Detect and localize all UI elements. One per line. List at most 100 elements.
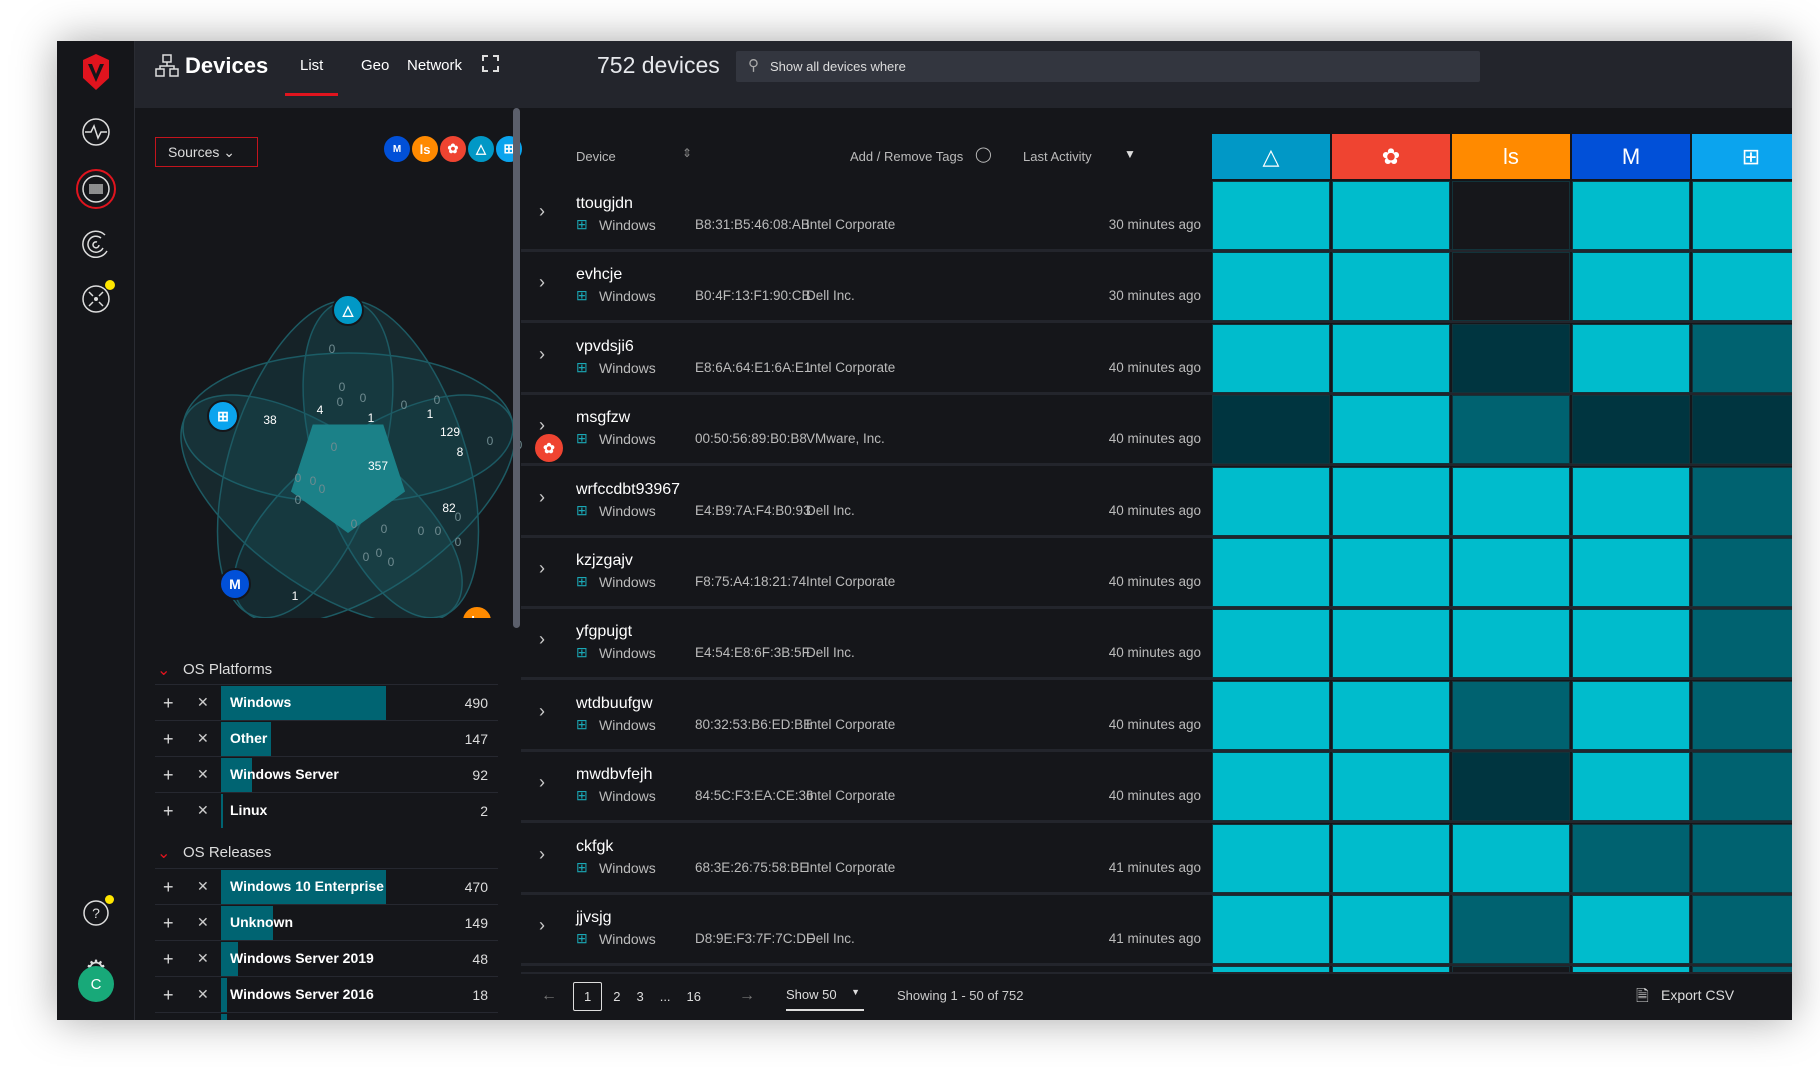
activity-icon[interactable]	[79, 115, 113, 149]
expand-chevron-icon[interactable]: ›	[539, 629, 545, 650]
windows-icon[interactable]: ⊞	[207, 400, 239, 432]
expand-chevron-icon[interactable]: ›	[539, 844, 545, 865]
tab-network[interactable]: Network	[407, 57, 462, 74]
table-row[interactable]: › yfgpujgt ⊞ Windows E4:54:E8:6F:3B:5F D…	[521, 609, 1792, 681]
expand-chevron-icon[interactable]: ›	[539, 272, 545, 293]
sort-icon[interactable]: ▼	[1124, 147, 1136, 161]
crowdstrike-icon[interactable]: ✿	[439, 135, 467, 163]
device-name[interactable]: vpvdsji6	[576, 338, 634, 356]
expand-chevron-icon[interactable]: ›	[539, 701, 545, 722]
heat-cell-mid[interactable]	[1452, 680, 1570, 750]
radar-icon[interactable]	[79, 227, 113, 261]
heat-cell-high[interactable]	[1572, 466, 1690, 536]
table-row[interactable]: › msgfzw ⊞ Windows 00:50:56:89:B0:B8 VMw…	[521, 395, 1792, 467]
include-icon[interactable]: +	[163, 693, 174, 714]
source-column-windows[interactable]: ⊞	[1692, 134, 1792, 179]
heat-cell-mid[interactable]	[1572, 823, 1690, 893]
network-icon[interactable]	[79, 280, 115, 316]
collapse-chevron-icon[interactable]: ⌄	[157, 660, 170, 680]
heat-cell-high[interactable]	[1572, 323, 1690, 393]
collapse-chevron-icon[interactable]: ⌄	[157, 843, 170, 863]
heat-cell-high[interactable]	[1572, 680, 1690, 750]
heat-cell-low[interactable]	[1572, 395, 1690, 465]
heat-cell-high[interactable]	[1332, 895, 1450, 964]
fullscreen-icon[interactable]	[482, 55, 499, 72]
next-page-icon[interactable]: →	[739, 987, 755, 1005]
table-row[interactable]: › ttougjdn ⊞ Windows B8:31:B5:46:08:AB I…	[521, 181, 1792, 252]
tag-icon[interactable]: ◯	[975, 145, 992, 163]
heat-cell-mid[interactable]	[1452, 395, 1570, 465]
heat-cell-high[interactable]	[1332, 395, 1450, 465]
table-row[interactable]: › kzjzgajv ⊞ Windows F8:75:A4:18:21:74 I…	[521, 538, 1792, 609]
facet-label[interactable]: Other	[230, 730, 267, 746]
heat-cell-high[interactable]	[1452, 466, 1570, 536]
source-column-malwarebytes-neb[interactable]: M	[1572, 134, 1690, 179]
heat-cell-high[interactable]	[1332, 181, 1450, 250]
exclude-icon[interactable]: ✕	[197, 914, 209, 931]
page-size-select[interactable]: Show 50 ▼	[786, 987, 864, 1011]
heat-cell-low[interactable]	[1692, 395, 1792, 465]
heat-cell-high[interactable]	[1332, 752, 1450, 822]
heat-cell-high[interactable]	[1332, 323, 1450, 393]
expand-chevron-icon[interactable]: ›	[539, 772, 545, 793]
heat-cell-high[interactable]	[1212, 895, 1330, 964]
include-icon[interactable]: +	[163, 985, 174, 1006]
facet-label[interactable]: Windows Server 2019	[230, 950, 374, 966]
device-name[interactable]: evhcje	[576, 266, 622, 284]
heat-cell-high[interactable]	[1572, 538, 1690, 607]
heat-cell-high[interactable]	[1332, 466, 1450, 536]
heat-cell-low[interactable]	[1212, 395, 1330, 465]
heat-cell-high[interactable]	[1452, 538, 1570, 607]
table-row[interactable]: › ckfgk ⊞ Windows 68:3E:26:75:58:BE Inte…	[521, 823, 1792, 895]
user-avatar[interactable]: C	[78, 966, 114, 1002]
expand-chevron-icon[interactable]: ›	[539, 201, 545, 222]
page-2[interactable]: 2	[608, 983, 625, 1010]
heat-cell-high[interactable]	[1452, 609, 1570, 679]
heat-cell-mid[interactable]	[1452, 895, 1570, 964]
device-name[interactable]: msgfzw	[576, 409, 630, 427]
heat-cell-high[interactable]	[1212, 466, 1330, 536]
device-name[interactable]: kzjzgajv	[576, 552, 633, 570]
heat-cell-high[interactable]	[1572, 752, 1690, 822]
malwarebytes-icon[interactable]: M	[383, 135, 411, 163]
page-3[interactable]: 3	[631, 983, 648, 1010]
export-csv-button[interactable]: Export CSV	[1661, 987, 1734, 1003]
facet-label[interactable]: Windows	[230, 694, 291, 710]
heat-cell-high[interactable]	[1212, 252, 1330, 322]
expand-chevron-icon[interactable]: ›	[539, 558, 545, 579]
device-name[interactable]: jjvsjg	[576, 909, 612, 927]
expand-chevron-icon[interactable]: ›	[539, 415, 545, 436]
heat-cell-high[interactable]	[1572, 181, 1690, 250]
exclude-icon[interactable]: ✕	[197, 766, 209, 783]
source-column-logstash[interactable]: ls	[1452, 134, 1570, 179]
heat-cell-high[interactable]	[1212, 323, 1330, 393]
sort-icon[interactable]: ⇕	[682, 146, 692, 160]
column-device[interactable]: Device	[576, 149, 616, 164]
facet-label[interactable]: Linux	[230, 802, 267, 818]
exclude-icon[interactable]: ✕	[197, 730, 209, 747]
source-column-armis[interactable]: △	[1212, 134, 1330, 179]
column-last-activity[interactable]: Last Activity	[1023, 149, 1092, 164]
table-row[interactable]: › wrfccdbt93967 ⊞ Windows E4:B9:7A:F4:B0…	[521, 466, 1792, 538]
heat-cell-none[interactable]	[1452, 252, 1570, 322]
exclude-icon[interactable]: ✕	[197, 694, 209, 711]
page-16[interactable]: 16	[682, 983, 706, 1010]
facet-label[interactable]: Windows Server	[230, 766, 339, 782]
malwarebytes-icon[interactable]: M	[219, 568, 251, 600]
device-name[interactable]: mwdbvfejh	[576, 766, 652, 784]
page-1[interactable]: 1	[573, 982, 603, 1011]
include-icon[interactable]: +	[163, 801, 174, 822]
expand-chevron-icon[interactable]: ›	[539, 487, 545, 508]
facet-label[interactable]: Windows 10 Enterprise	[230, 878, 384, 894]
heat-cell-high[interactable]	[1452, 823, 1570, 893]
heat-cell-mid[interactable]	[1692, 680, 1792, 750]
device-name[interactable]: ttougjdn	[576, 195, 633, 213]
table-row[interactable]: › mwdbvfejh ⊞ Windows 84:5C:F3:EA:CE:36 …	[521, 752, 1792, 824]
include-icon[interactable]: +	[163, 949, 174, 970]
heat-cell-none[interactable]	[1452, 181, 1570, 250]
heat-cell-high[interactable]	[1692, 252, 1792, 322]
heat-cell-high[interactable]	[1572, 252, 1690, 322]
heat-cell-high[interactable]	[1692, 181, 1792, 250]
heat-cell-mid[interactable]	[1692, 609, 1792, 679]
exclude-icon[interactable]: ✕	[197, 878, 209, 895]
